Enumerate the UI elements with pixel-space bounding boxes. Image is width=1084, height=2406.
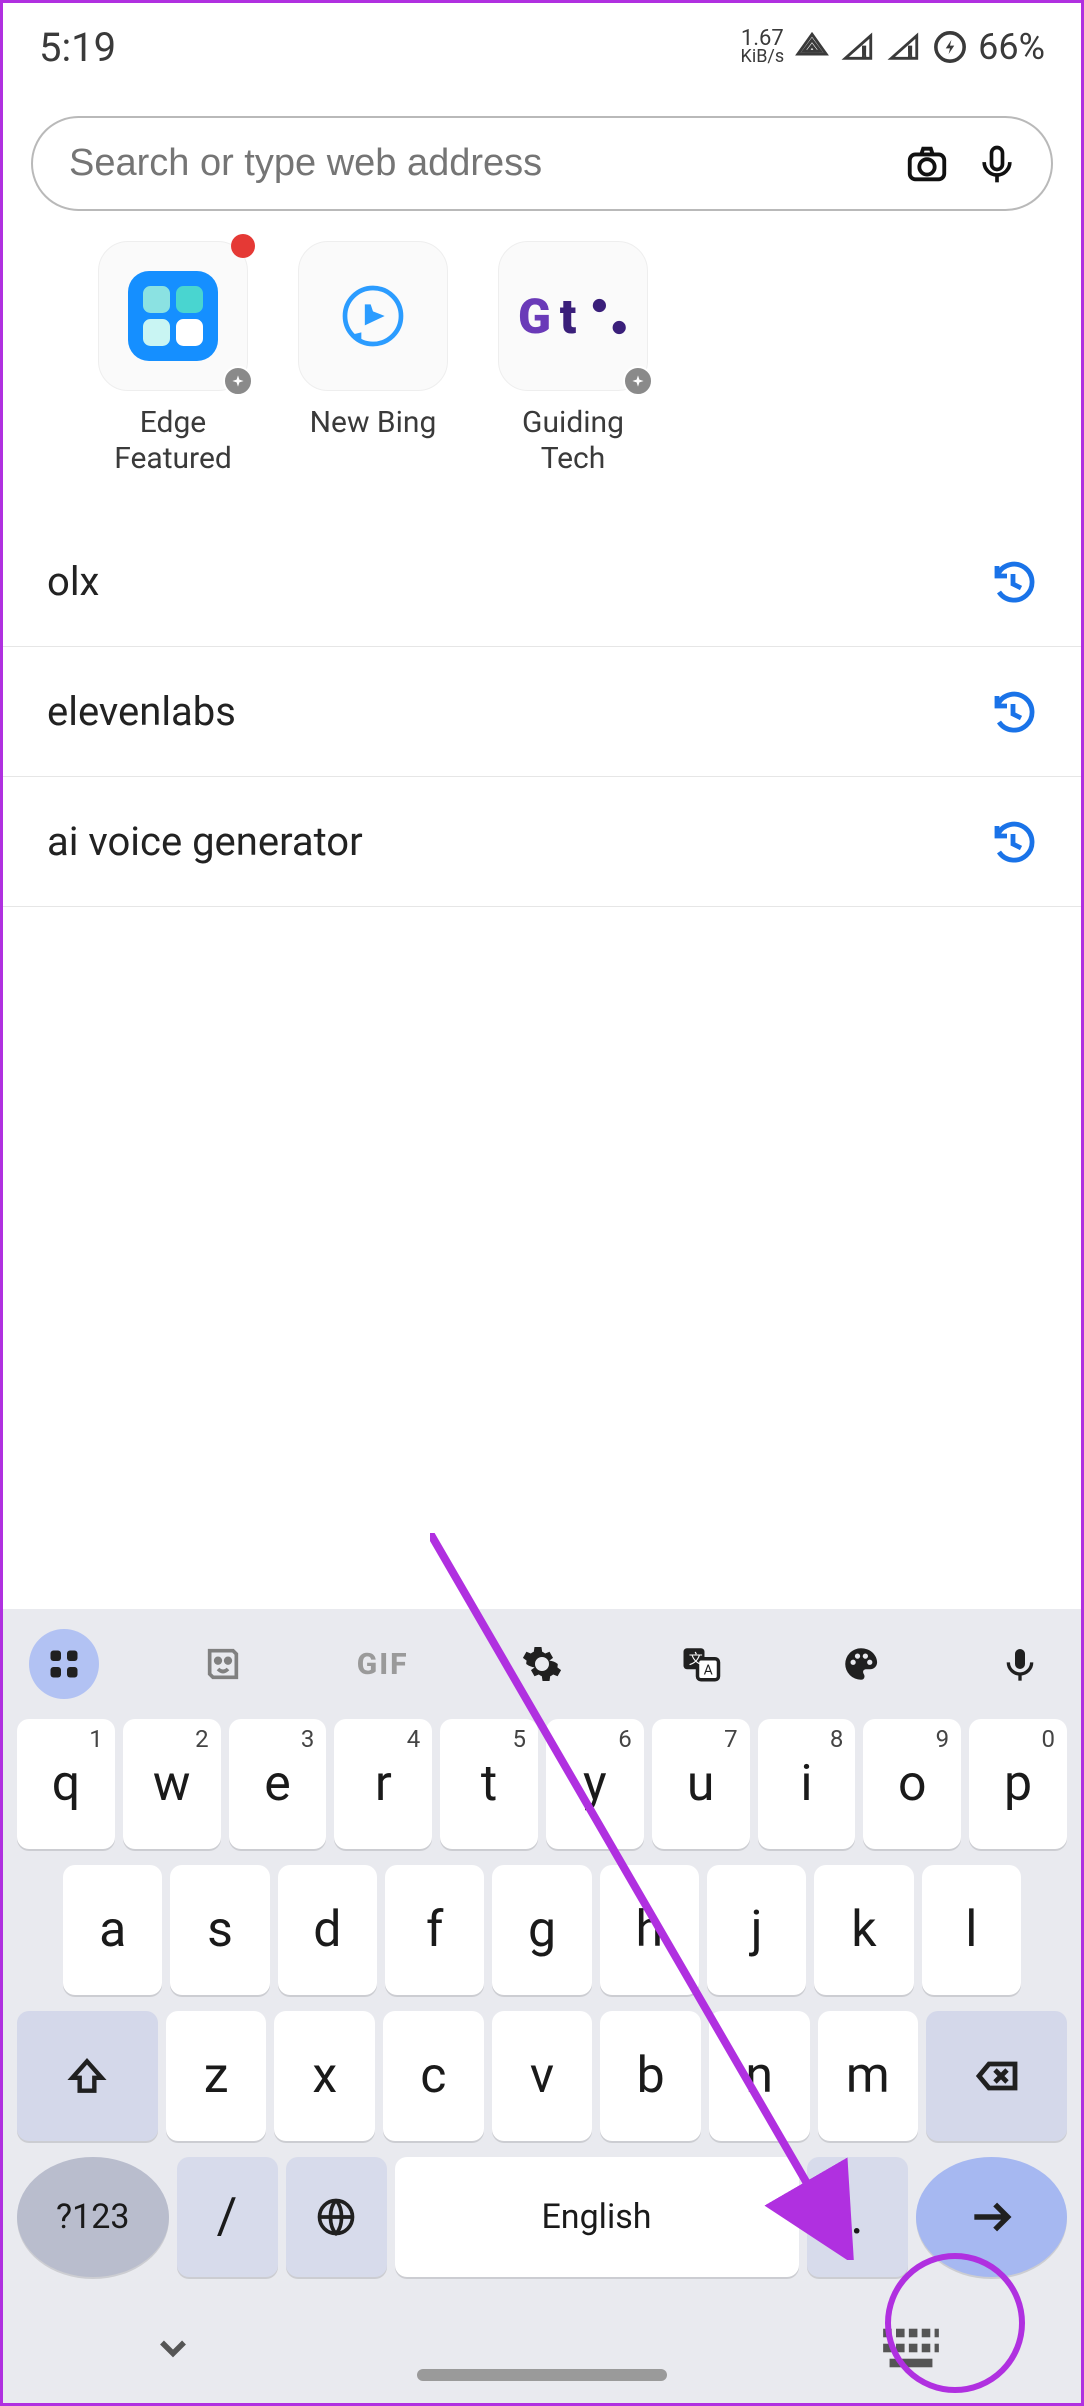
tile-new-bing[interactable]: New Bing [283,241,463,477]
key-k[interactable]: k [814,1865,913,1995]
quick-tiles-row: Edge Featured New Bing Gt Guiding Tech [3,241,1081,477]
key-p[interactable]: 0p [969,1719,1067,1849]
gesture-pill[interactable] [417,2369,667,2381]
speed-unit: KiB/s [741,49,785,65]
slash-key[interactable]: / [177,2157,278,2277]
sticker-icon[interactable] [188,1629,258,1699]
backspace-key[interactable] [926,2011,1067,2141]
svg-text:!: ! [908,45,912,61]
key-b[interactable]: b [600,2011,701,2141]
key-o[interactable]: 9o [863,1719,961,1849]
key-q[interactable]: 1q [17,1719,115,1849]
pin-icon [223,366,253,396]
tile-icon-bing [298,241,448,391]
key-r[interactable]: 4r [334,1719,432,1849]
key-w[interactable]: 2w [123,1719,221,1849]
tile-icon-gt: Gt [498,241,648,391]
key-row-bottom: ?123 / English . [3,2157,1081,2277]
key-s[interactable]: s [170,1865,269,1995]
key-y[interactable]: 6y [546,1719,644,1849]
tile-icon-edge [98,241,248,391]
svg-text:A: A [704,1663,713,1679]
omnibox[interactable] [31,116,1053,211]
key-a[interactable]: a [63,1865,162,1995]
mic-icon[interactable] [973,140,1021,188]
settings-gear-icon[interactable] [507,1629,577,1699]
status-right: 1.67 KiB/s ! ! 66% [741,26,1045,68]
history-row[interactable]: elevenlabs [3,647,1081,777]
history-clock-icon[interactable] [989,688,1037,736]
keyboard-toolbar: GIF 文A [3,1609,1081,1719]
key-e[interactable]: 3e [229,1719,327,1849]
notification-dot-icon [231,234,255,258]
history-text: olx [47,558,99,605]
gif-button[interactable]: GIF [348,1629,418,1699]
on-screen-keyboard: GIF 文A 1q 2w 3e 4r 5t 6y 7u 8i 9o 0p a s… [3,1609,1081,2403]
history-text: elevenlabs [47,688,236,735]
key-row-3: z x c v b n m [3,2011,1081,2141]
key-h[interactable]: h [600,1865,699,1995]
svg-text:G: G [518,289,551,344]
apps-grid-icon[interactable] [29,1629,99,1699]
palette-icon[interactable] [826,1629,896,1699]
key-m[interactable]: m [818,2011,919,2141]
key-g[interactable]: g [492,1865,591,1995]
key-c[interactable]: c [383,2011,484,2141]
tile-label: Guiding Tech [483,405,663,477]
globe-key[interactable] [286,2157,387,2277]
key-u[interactable]: 7u [652,1719,750,1849]
svg-text:文: 文 [689,1652,703,1668]
mic-icon[interactable] [985,1629,1055,1699]
history-clock-icon[interactable] [989,818,1037,866]
history-row[interactable]: ai voice generator [3,777,1081,907]
shift-key[interactable] [17,2011,158,2141]
signal-1-icon: ! [840,29,876,65]
history-list: olx elevenlabs ai voice generator [3,517,1081,907]
enter-key[interactable] [916,2157,1068,2277]
battery-saver-icon [932,29,968,65]
system-nav-bar [3,2293,1081,2403]
tile-edge-featured[interactable]: Edge Featured [83,241,263,477]
wifi-icon [794,29,830,65]
tile-guiding-tech[interactable]: Gt Guiding Tech [483,241,663,477]
battery-percent: 66% [978,26,1045,68]
period-key[interactable]: . [807,2157,908,2277]
key-n[interactable]: n [709,2011,810,2141]
key-x[interactable]: x [274,2011,375,2141]
symbols-key[interactable]: ?123 [17,2157,169,2277]
key-t[interactable]: 5t [440,1719,538,1849]
svg-text:!: ! [862,45,866,61]
status-bar: 5:19 1.67 KiB/s ! ! 66% [3,3,1081,91]
key-l[interactable]: l [922,1865,1021,1995]
key-v[interactable]: v [492,2011,593,2141]
tile-label: Edge Featured [83,405,263,477]
translate-icon[interactable]: 文A [666,1629,736,1699]
keyboard-switch-icon[interactable] [881,2318,941,2378]
collapse-keyboard-icon[interactable] [143,2318,203,2378]
signal-2-icon: ! [886,29,922,65]
key-j[interactable]: j [707,1865,806,1995]
camera-icon[interactable] [903,140,951,188]
search-input[interactable] [69,142,881,185]
tile-label: New Bing [283,405,463,441]
history-clock-icon[interactable] [989,558,1037,606]
status-time: 5:19 [39,24,116,71]
space-key[interactable]: English [395,2157,799,2277]
key-f[interactable]: f [385,1865,484,1995]
key-row-2: a s d f g h j k l [3,1865,1081,1995]
pin-icon [623,366,653,396]
key-row-1: 1q 2w 3e 4r 5t 6y 7u 8i 9o 0p [3,1719,1081,1849]
key-z[interactable]: z [166,2011,267,2141]
svg-text:t: t [560,289,577,344]
key-i[interactable]: 8i [758,1719,856,1849]
history-row[interactable]: olx [3,517,1081,647]
history-text: ai voice generator [47,818,363,865]
key-d[interactable]: d [278,1865,377,1995]
network-speed: 1.67 KiB/s [741,29,785,65]
